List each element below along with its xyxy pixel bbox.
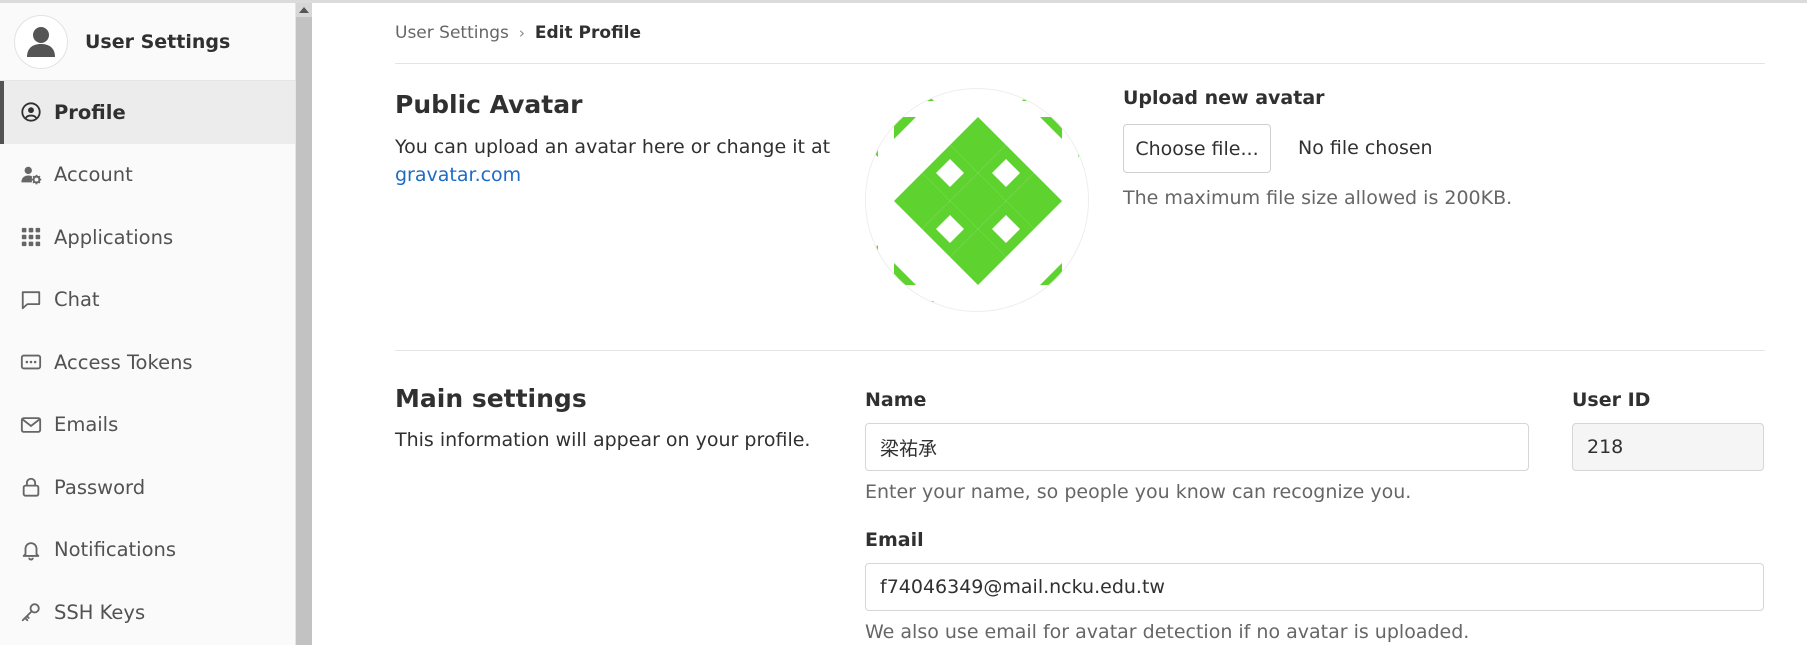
name-label: Name: [865, 389, 927, 411]
breadcrumb-edit-profile[interactable]: Edit Profile: [535, 23, 641, 43]
public-avatar-description: You can upload an avatar here or change …: [395, 133, 835, 189]
identicon-image: [866, 89, 1088, 311]
public-avatar-title: Public Avatar: [395, 90, 583, 119]
gravatar-link[interactable]: gravatar.com: [395, 164, 521, 186]
lock-icon: [19, 475, 43, 499]
applications-icon: [19, 225, 43, 249]
main-settings-description: This information will appear on your pro…: [395, 429, 811, 451]
name-help: Enter your name, so people you know can …: [865, 481, 1412, 503]
scroll-up-arrow-icon[interactable]: [296, 3, 312, 17]
public-avatar-section: Public Avatar You can upload an avatar h…: [395, 64, 1765, 351]
key-icon: [19, 600, 43, 624]
avatar-description-text: You can upload an avatar here or change …: [395, 136, 831, 158]
chevron-right-icon: ›: [518, 24, 525, 42]
sidebar-item-label: Access Tokens: [54, 350, 193, 374]
account-icon: [19, 163, 43, 187]
sidebar-item-notifications[interactable]: Notifications: [0, 519, 295, 582]
identicon-avatar: [865, 88, 1089, 312]
sidebar-item-access-tokens[interactable]: Access Tokens: [0, 331, 295, 394]
user-id-label: User ID: [1572, 389, 1651, 411]
sidebar-nav: Profile Account Applications Chat Access…: [0, 81, 295, 644]
avatar-size-help: The maximum file size allowed is 200KB.: [1123, 187, 1513, 209]
sidebar-item-emails[interactable]: Emails: [0, 394, 295, 457]
sidebar-item-label: Profile: [54, 100, 126, 124]
sidebar-item-account[interactable]: Account: [0, 144, 295, 207]
sidebar-item-label: SSH Keys: [54, 600, 146, 624]
sidebar-item-profile[interactable]: Profile: [0, 81, 295, 144]
sidebar-item-password[interactable]: Password: [0, 456, 295, 519]
chat-icon: [19, 288, 43, 312]
upload-avatar-label: Upload new avatar: [1123, 87, 1325, 109]
sidebar-item-label: Notifications: [54, 538, 177, 562]
main-settings-title: Main settings: [395, 384, 587, 413]
sidebar-item-label: Chat: [54, 288, 100, 312]
breadcrumb-user-settings[interactable]: User Settings: [395, 23, 509, 43]
sidebar-item-label: Account: [54, 163, 133, 187]
sidebar-item-label: Applications: [54, 225, 174, 249]
main-settings-section: Main settings This information will appe…: [395, 351, 1765, 651]
sidebar-item-chat[interactable]: Chat: [0, 269, 295, 332]
sidebar-item-label: Emails: [54, 413, 119, 437]
access-tokens-icon: [19, 350, 43, 374]
sidebar-header[interactable]: User Settings: [0, 3, 295, 81]
choose-file-button[interactable]: Choose file...: [1123, 124, 1271, 173]
sidebar-item-applications[interactable]: Applications: [0, 206, 295, 269]
no-file-chosen-text: No file chosen: [1298, 137, 1433, 159]
profile-icon: [19, 100, 43, 124]
email-input[interactable]: [865, 563, 1764, 611]
name-input[interactable]: [865, 423, 1529, 471]
sidebar-scrollbar[interactable]: [296, 3, 312, 645]
breadcrumb: User Settings › Edit Profile: [395, 3, 1765, 64]
email-label: Email: [865, 529, 924, 551]
sidebar: User Settings Profile Account Applicatio…: [0, 3, 296, 645]
email-help: We also use email for avatar detection i…: [865, 621, 1470, 643]
bell-icon: [19, 538, 43, 562]
sidebar-title: User Settings: [85, 30, 231, 53]
sidebar-item-label: Password: [54, 475, 146, 499]
email-icon: [19, 413, 43, 437]
user-avatar: [14, 14, 68, 69]
user-id-input[interactable]: [1572, 423, 1764, 471]
main-content: User Settings › Edit Profile Public Avat…: [395, 3, 1765, 645]
sidebar-item-ssh-keys[interactable]: SSH Keys: [0, 581, 295, 644]
user-silhouette-icon: [27, 26, 55, 57]
